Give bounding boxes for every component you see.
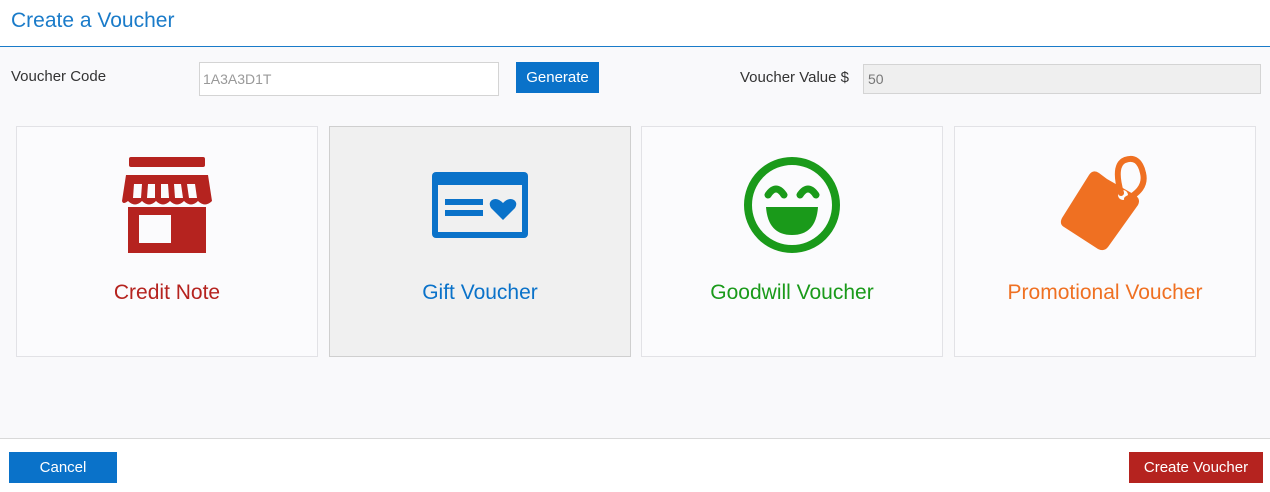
voucher-type-goodwill-voucher[interactable]: Goodwill Voucher [641, 126, 943, 357]
voucher-value-input[interactable] [863, 64, 1261, 94]
voucher-type-credit-note[interactable]: Credit Note [16, 126, 318, 357]
store-icon [17, 155, 317, 255]
smiley-icon [642, 155, 942, 255]
voucher-value-label: Voucher Value $ [740, 69, 849, 86]
voucher-type-label: Gift Voucher [422, 281, 538, 304]
voucher-type-label: Credit Note [113, 281, 221, 304]
create-voucher-button[interactable]: Create Voucher [1129, 452, 1263, 483]
voucher-type-label: Goodwill Voucher [710, 281, 874, 304]
voucher-code-label: Voucher Code [11, 68, 107, 85]
cancel-button[interactable]: Cancel [9, 452, 117, 483]
dialog-footer: Cancel Create Voucher [0, 438, 1270, 492]
voucher-code-input[interactable] [199, 62, 499, 96]
gift-card-icon [330, 155, 630, 255]
tag-icon [955, 155, 1255, 255]
dialog-header: Create a Voucher [0, 0, 1270, 47]
voucher-type-promotional-voucher[interactable]: Promotional Voucher [954, 126, 1256, 357]
voucher-type-label: Promotional Voucher [1007, 281, 1203, 304]
dialog-title: Create a Voucher [11, 9, 175, 32]
voucher-type-gift-voucher[interactable]: Gift Voucher [329, 126, 631, 357]
dialog-body: Voucher Code Generate Voucher Value $ Cr… [0, 47, 1270, 438]
generate-button[interactable]: Generate [516, 62, 599, 93]
